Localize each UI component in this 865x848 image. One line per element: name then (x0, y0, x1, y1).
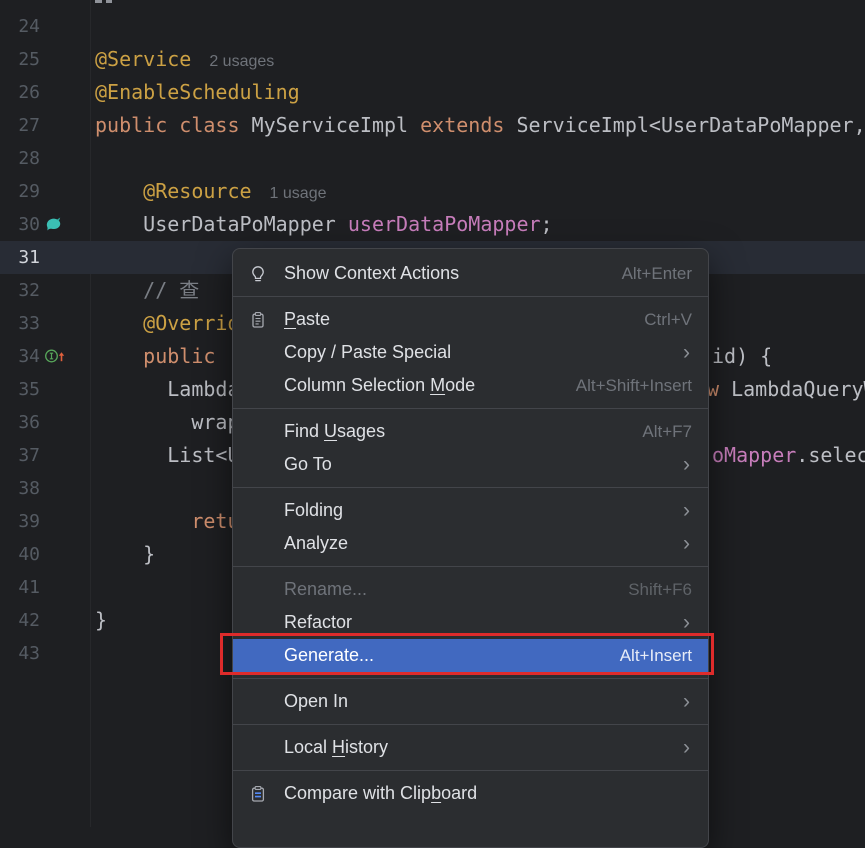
line-number[interactable]: 26 (0, 76, 40, 109)
code-line-27[interactable]: 27 public class MyServiceImpl extends Ser… (0, 109, 865, 142)
menu-item-label: Paste (284, 309, 331, 329)
menu-separator (233, 296, 708, 297)
code-text-right-fragment: w LambdaQueryWrapp (707, 377, 865, 401)
menu-item-label: Folding (284, 500, 344, 520)
line-number[interactable]: 30 (0, 208, 40, 241)
code-text: } (143, 542, 156, 566)
menu-separator (233, 724, 708, 725)
menu-item-open-in[interactable]: Open In › (233, 685, 708, 718)
line-number[interactable]: 38 (0, 472, 40, 505)
line-number[interactable]: 35 (0, 373, 40, 406)
menu-item-label: Refactor (284, 612, 353, 632)
line-number[interactable]: 32 (0, 274, 40, 307)
code-text: @Service 2 usages (95, 47, 275, 71)
menu-item-label: Copy / Paste Special (284, 342, 452, 362)
menu-separator (233, 678, 708, 679)
menu-item-label: Go To (284, 454, 332, 474)
code-text-right-fragment: id) { (712, 344, 773, 368)
code-text: // 查 (143, 278, 200, 302)
code-text: @EnableScheduling (95, 80, 300, 104)
menu-item-folding[interactable]: Folding › (233, 494, 708, 527)
code-line-26[interactable]: 26 @EnableScheduling (0, 76, 865, 109)
menu-item-rename[interactable]: Rename... Shift+F6 (233, 573, 708, 606)
code-text-right-fragment: oMapper.select (712, 443, 865, 467)
submenu-chevron-icon: › (683, 341, 690, 364)
menu-item-label: Analyze (284, 533, 349, 553)
implements-method-icon[interactable] (44, 347, 70, 366)
menu-item-label: Rename... (284, 579, 368, 599)
code-line-29[interactable]: 29 @Resource 1 usage (0, 175, 865, 208)
compare-clipboard-icon (249, 785, 275, 803)
line-number[interactable]: 40 (0, 538, 40, 571)
paste-icon (249, 311, 275, 329)
menu-item-local-history[interactable]: Local History › (233, 731, 708, 764)
menu-item-compare-with-clipboard[interactable]: Compare with Clipboard (233, 777, 708, 810)
code-line-30[interactable]: 30 UserDataPoMapper userDataPoMapper; (0, 208, 865, 241)
spring-bean-icon[interactable] (44, 215, 70, 234)
line-number[interactable]: 43 (0, 637, 40, 670)
line-number[interactable]: 24 (0, 10, 40, 43)
menu-shortcut: Ctrl+V (644, 309, 692, 329)
editor-context-menu: Show Context Actions Alt+Enter Paste Ctrl+V… (232, 248, 709, 848)
menu-shortcut: Alt+Insert (619, 645, 692, 665)
code-text: public class MyServiceImpl extends Servi… (95, 113, 865, 137)
submenu-chevron-icon: › (683, 499, 690, 522)
submenu-chevron-icon: › (683, 690, 690, 713)
menu-shortcut: Shift+F6 (628, 579, 692, 599)
menu-item-paste[interactable]: Paste Ctrl+V (233, 303, 708, 336)
menu-item-label: Show Context Actions (284, 263, 460, 283)
line-number[interactable]: 34 (0, 340, 40, 373)
menu-item-label: Open In (284, 691, 349, 711)
usages-inlay-hint[interactable]: 2 usages (209, 53, 274, 70)
line-number[interactable]: 39 (0, 505, 40, 538)
menu-shortcut: Alt+F7 (642, 421, 692, 441)
line-number[interactable]: 29 (0, 175, 40, 208)
code-line-28[interactable]: 28 (0, 142, 865, 175)
code-text: @Resource 1 usage (143, 179, 327, 203)
submenu-chevron-icon: › (683, 736, 690, 759)
menu-item-analyze[interactable]: Analyze › (233, 527, 708, 560)
menu-item-show-context-actions[interactable]: Show Context Actions Alt+Enter (233, 257, 708, 290)
menu-item-column-selection-mode[interactable]: Column Selection Mode Alt+Shift+Insert (233, 369, 708, 402)
line-number[interactable]: 36 (0, 406, 40, 439)
menu-item-label: Local History (284, 737, 389, 757)
submenu-chevron-icon: › (683, 532, 690, 555)
line-number[interactable]: 25 (0, 43, 40, 76)
lightbulb-icon (249, 265, 275, 283)
menu-item-label: Generate... (284, 645, 375, 665)
clipped-code-artifact (95, 0, 102, 3)
submenu-chevron-icon: › (683, 453, 690, 476)
line-number[interactable]: 42 (0, 604, 40, 637)
menu-separator (233, 770, 708, 771)
menu-item-label: Compare with Clipboard (284, 783, 478, 803)
menu-shortcut: Alt+Shift+Insert (575, 375, 692, 395)
menu-separator (233, 408, 708, 409)
menu-item-generate[interactable]: Generate... Alt+Insert (233, 639, 708, 672)
code-text: @Override (143, 311, 252, 335)
code-text: } (95, 608, 108, 632)
submenu-chevron-icon: › (683, 611, 690, 634)
code-line-24[interactable]: 24 (0, 10, 865, 43)
menu-separator (233, 487, 708, 488)
menu-item-find-usages[interactable]: Find Usages Alt+F7 (233, 415, 708, 448)
menu-item-label: Find Usages (284, 421, 386, 441)
menu-item-label: Column Selection Mode (284, 375, 476, 395)
line-number[interactable]: 37 (0, 439, 40, 472)
menu-item-go-to[interactable]: Go To › (233, 448, 708, 481)
menu-separator (233, 566, 708, 567)
line-number[interactable]: 27 (0, 109, 40, 142)
menu-item-copy-paste-special[interactable]: Copy / Paste Special › (233, 336, 708, 369)
code-text: public (143, 344, 228, 368)
menu-shortcut: Alt+Enter (621, 263, 692, 283)
menu-item-refactor[interactable]: Refactor › (233, 606, 708, 639)
line-number[interactable]: 28 (0, 142, 40, 175)
clipped-code-artifact (106, 0, 112, 3)
line-number[interactable]: 41 (0, 571, 40, 604)
code-text: UserDataPoMapper userDataPoMapper; (143, 212, 553, 236)
usages-inlay-hint[interactable]: 1 usage (270, 185, 327, 202)
line-number[interactable]: 33 (0, 307, 40, 340)
line-number[interactable]: 31 (0, 241, 40, 274)
code-line-25[interactable]: 25 @Service 2 usages (0, 43, 865, 76)
